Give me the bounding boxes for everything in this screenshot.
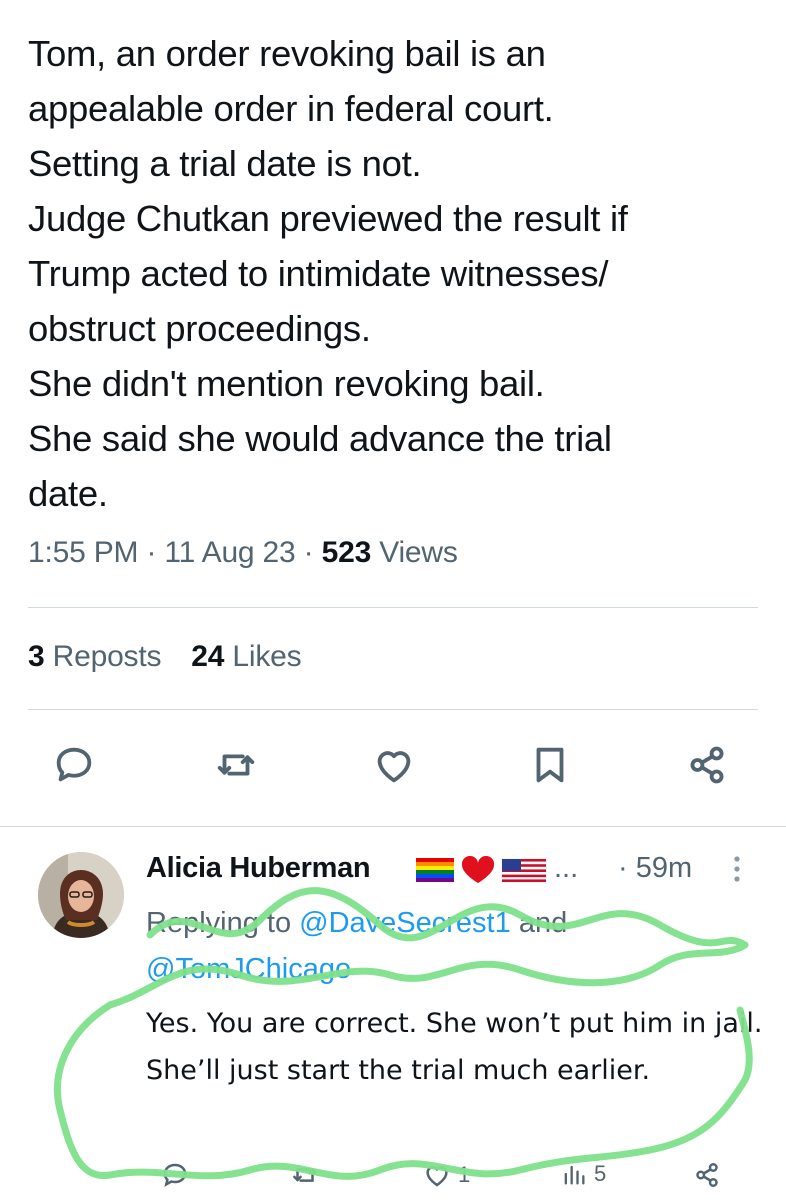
engagement-stats: 3 Reposts 24 Likes: [28, 640, 302, 674]
divider: [28, 607, 758, 608]
reply-like-count: 1: [458, 1162, 471, 1187]
views-label: Views: [379, 536, 458, 569]
views-icon: [564, 1165, 585, 1185]
like-icon: [426, 1166, 448, 1187]
mention-link[interactable]: @DaveSecrest1: [299, 907, 511, 939]
reply-author-avatar[interactable]: [38, 852, 124, 938]
share-icon[interactable]: [684, 742, 730, 788]
replying-and: and: [518, 907, 568, 939]
name-truncation: ...: [554, 852, 579, 884]
share-icon: [696, 1163, 718, 1187]
bookmark-icon[interactable]: [527, 742, 573, 788]
replying-to: Replying to @DaveSecrest1 and @TomJChica…: [146, 900, 567, 992]
reposts-label: Reposts: [52, 640, 162, 673]
tweet-meta: 1:55 PM · 11 Aug 23 · 523 Views: [28, 536, 458, 570]
likes-label: Likes: [232, 640, 302, 673]
meta-dot: ·: [303, 536, 314, 569]
reply-share-button[interactable]: [692, 1160, 722, 1190]
reply-reply-button[interactable]: [160, 1160, 190, 1190]
tweet-date[interactable]: 11 Aug 23: [164, 536, 295, 569]
red-heart-icon: [461, 855, 495, 883]
tweet-text: Tom, an order revoking bail is an appeal…: [28, 33, 628, 514]
reply-repost-button[interactable]: [290, 1160, 320, 1190]
reply-views-button[interactable]: 5: [560, 1160, 606, 1188]
tweet-time[interactable]: 1:55 PM: [28, 536, 139, 569]
likes-count: 24: [191, 640, 225, 673]
views-count: 523: [321, 536, 372, 569]
reply-author-name[interactable]: Alicia Huberman: [146, 852, 371, 885]
thread-separator: [0, 826, 786, 827]
reposts-stat[interactable]: 3 Reposts: [28, 640, 161, 673]
reply-text: Yes. You are correct. She won’t put him …: [146, 1008, 763, 1086]
reply-header: Alicia Huberman ... · 59m: [146, 852, 766, 892]
meta-dot: ·: [146, 536, 157, 569]
author-flags: [416, 855, 548, 892]
like-icon[interactable]: [371, 742, 417, 788]
repost-icon[interactable]: [213, 742, 259, 788]
reply-time[interactable]: · 59m: [618, 852, 692, 885]
more-options-icon[interactable]: [730, 854, 744, 896]
tweet-action-bar: [0, 742, 786, 792]
reposts-count: 3: [28, 640, 45, 673]
reply-views-count: 5: [594, 1161, 607, 1186]
repost-icon: [293, 1168, 317, 1182]
reply-icon: [163, 1163, 187, 1187]
mention-link[interactable]: @TomJChicago: [146, 953, 351, 985]
us-flag-icon: [501, 858, 547, 883]
reply-like-button[interactable]: 1: [422, 1160, 470, 1190]
reply-icon[interactable]: [51, 742, 97, 788]
views-stat[interactable]: 523 Views: [322, 536, 458, 569]
divider: [28, 709, 758, 710]
reply-action-bar: 1 5: [0, 1160, 786, 1200]
replying-prefix: Replying to: [146, 907, 292, 939]
rainbow-flag-icon: [416, 858, 454, 882]
likes-stat[interactable]: 24 Likes: [191, 640, 301, 673]
